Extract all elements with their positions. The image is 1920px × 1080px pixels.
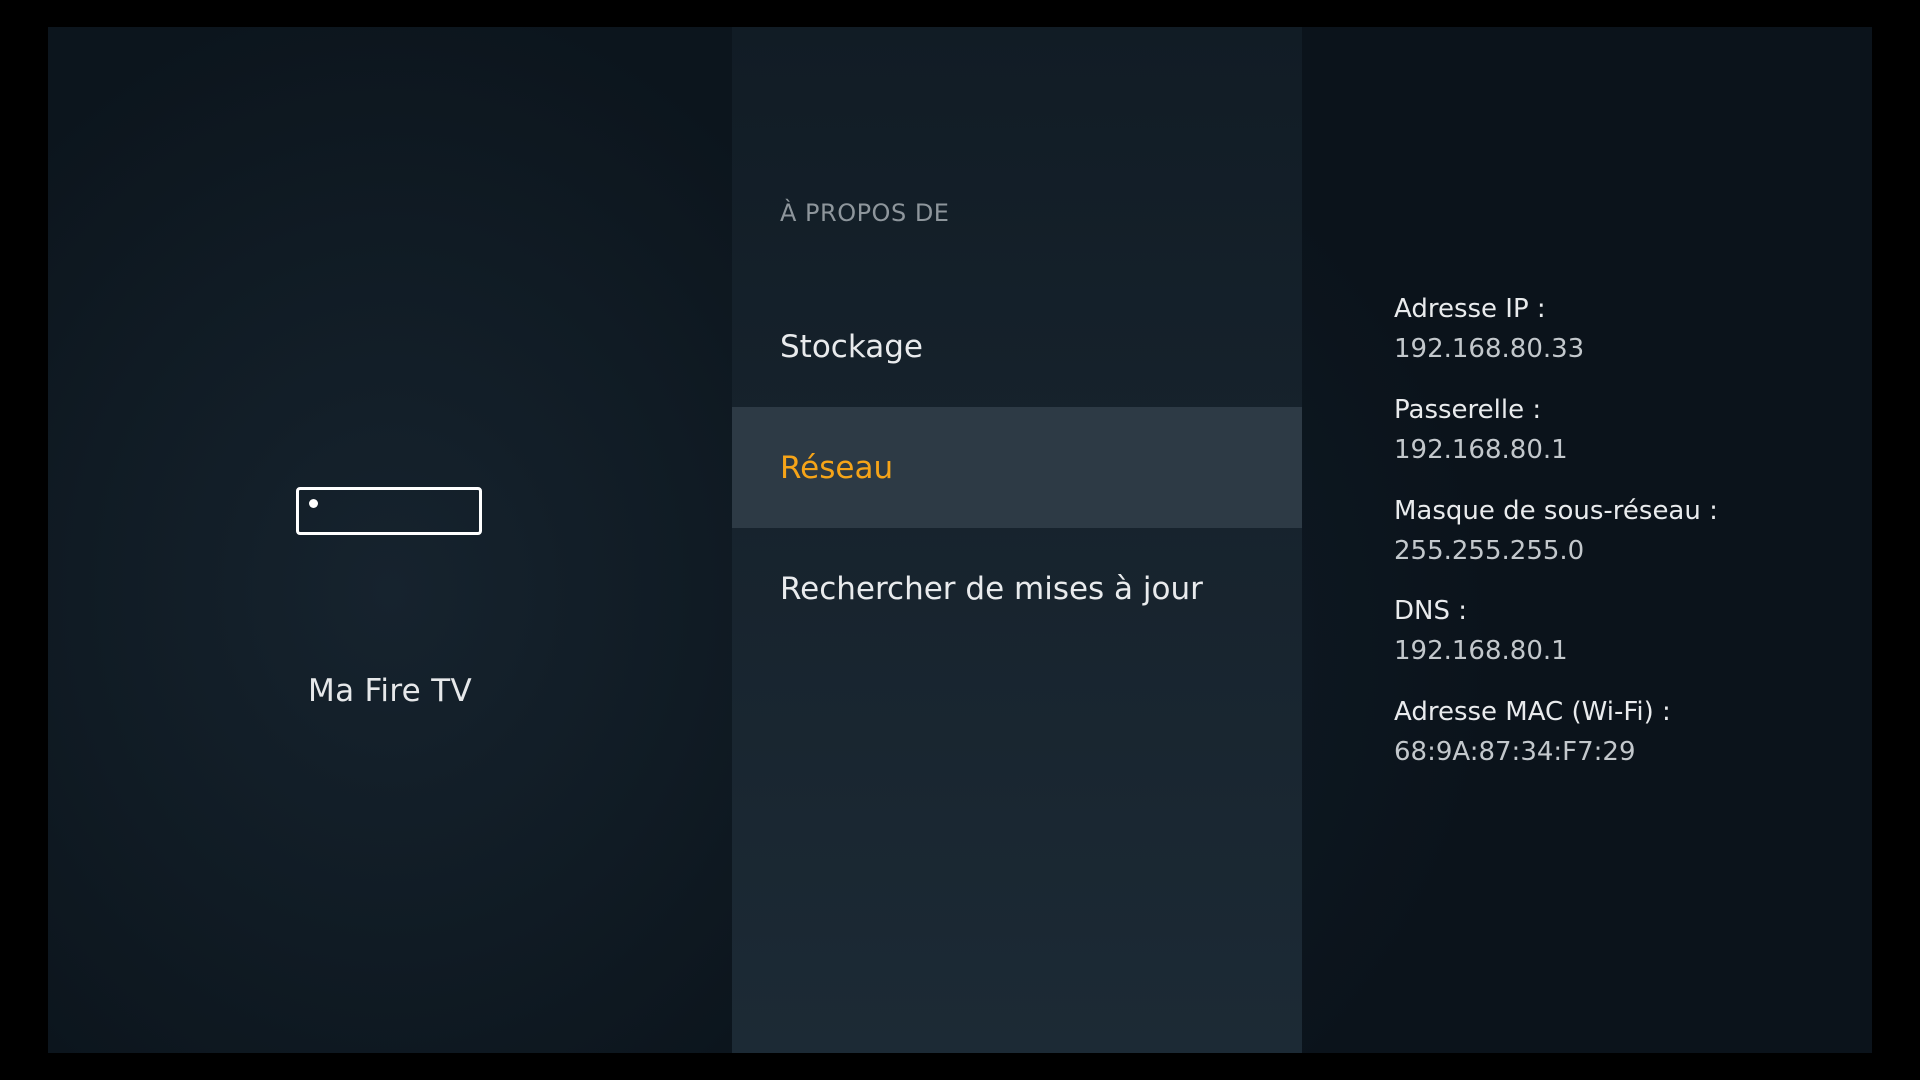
menu-item-label: Stockage <box>780 328 923 365</box>
info-label: Masque de sous-réseau : <box>1394 496 1718 526</box>
gateway-info: Passerelle : 192.168.80.1 <box>1394 390 1568 470</box>
about-menu: À PROPOS DE Stockage Réseau Rechercher d… <box>732 27 1302 1053</box>
settings-screen: Ma Fire TV À PROPOS DE Stockage Réseau R… <box>48 27 1872 1053</box>
info-label: Passerelle : <box>1394 395 1542 425</box>
ip-address-info: Adresse IP : 192.168.80.33 <box>1394 289 1584 369</box>
menu-item-stockage[interactable]: Stockage <box>732 286 1302 407</box>
menu-item-label: Réseau <box>780 449 894 486</box>
device-name: Ma Fire TV <box>308 673 472 709</box>
device-led-icon <box>309 499 318 508</box>
info-label: DNS : <box>1394 596 1467 626</box>
menu-item-reseau[interactable]: Réseau <box>732 407 1302 528</box>
menu-item-label: Rechercher de mises à jour <box>780 570 1203 607</box>
menu-item-updates[interactable]: Rechercher de mises à jour <box>732 528 1302 649</box>
dns-info: DNS : 192.168.80.1 <box>1394 591 1568 671</box>
info-value: 192.168.80.1 <box>1394 636 1568 666</box>
info-value: 68:9A:87:34:F7:29 <box>1394 737 1636 767</box>
info-label: Adresse MAC (Wi-Fi) : <box>1394 697 1671 727</box>
info-value: 192.168.80.1 <box>1394 435 1568 465</box>
fire-tv-device-icon <box>296 487 482 535</box>
subnet-mask-info: Masque de sous-réseau : 255.255.255.0 <box>1394 491 1718 571</box>
info-value: 255.255.255.0 <box>1394 536 1585 566</box>
info-value: 192.168.80.33 <box>1394 334 1585 364</box>
mac-address-info: Adresse MAC (Wi-Fi) : 68:9A:87:34:F7:29 <box>1394 692 1671 772</box>
device-panel: Ma Fire TV <box>48 27 732 1053</box>
network-info-panel: Adresse IP : 192.168.80.33 Passerelle : … <box>1302 27 1872 1053</box>
info-label: Adresse IP : <box>1394 294 1546 324</box>
section-title: À PROPOS DE <box>780 199 950 227</box>
